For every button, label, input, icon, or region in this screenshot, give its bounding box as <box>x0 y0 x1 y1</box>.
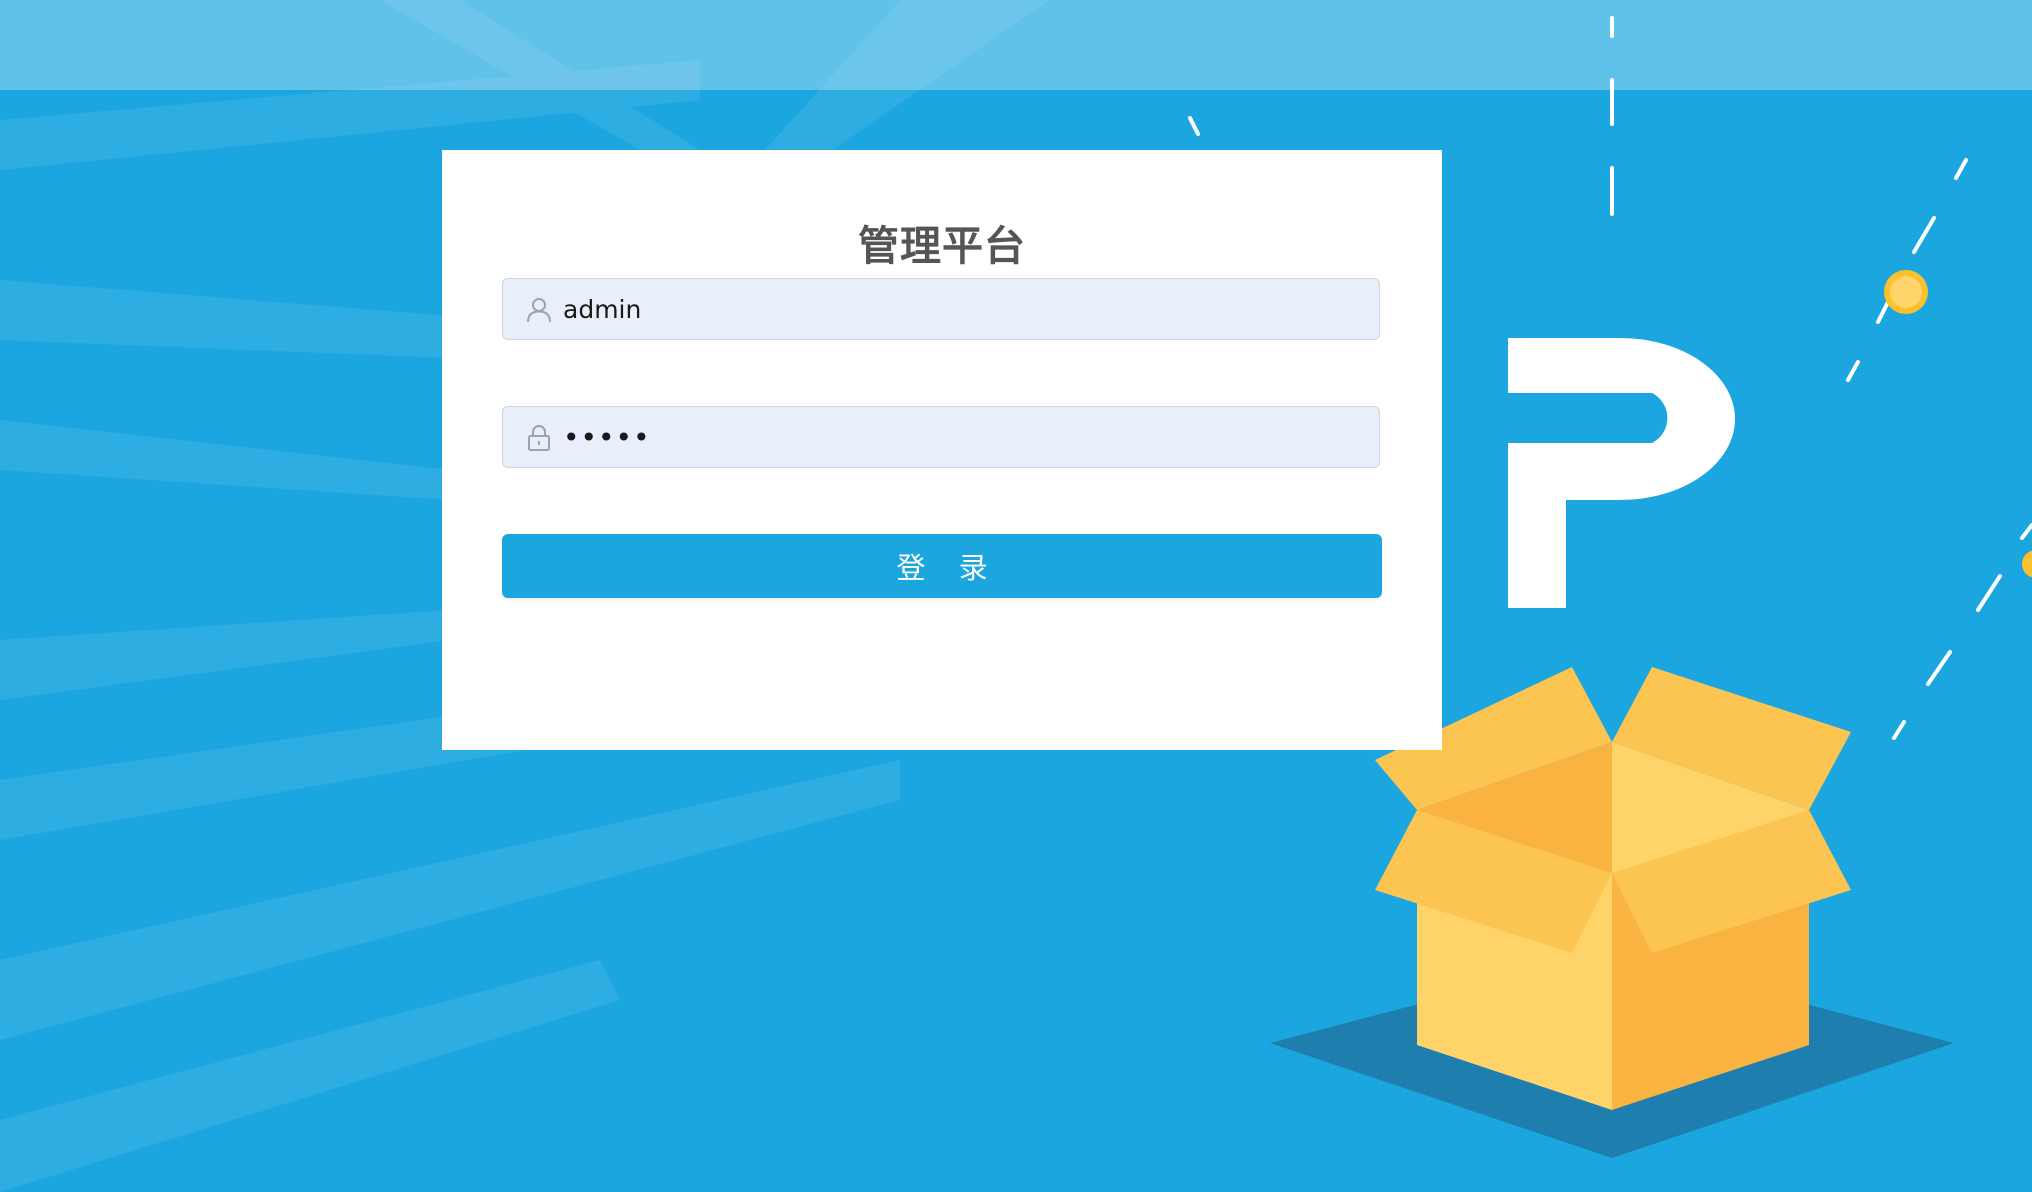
page-title: 管理平台 <box>858 222 1026 270</box>
username-input[interactable] <box>563 279 1363 339</box>
question-mark-shape <box>1508 338 1735 608</box>
user-icon <box>527 298 551 323</box>
username-field[interactable] <box>502 278 1380 340</box>
login-page: 管理平台 登 录 <box>0 0 2032 1192</box>
password-input[interactable] <box>563 407 1363 467</box>
login-button[interactable]: 登 录 <box>502 534 1382 598</box>
coin-icon <box>1884 270 1928 314</box>
password-field[interactable] <box>502 406 1380 468</box>
login-card: 管理平台 登 录 <box>442 150 1442 750</box>
coin-icon <box>2022 550 2032 578</box>
lock-icon <box>528 425 550 451</box>
top-bar <box>0 0 2032 90</box>
